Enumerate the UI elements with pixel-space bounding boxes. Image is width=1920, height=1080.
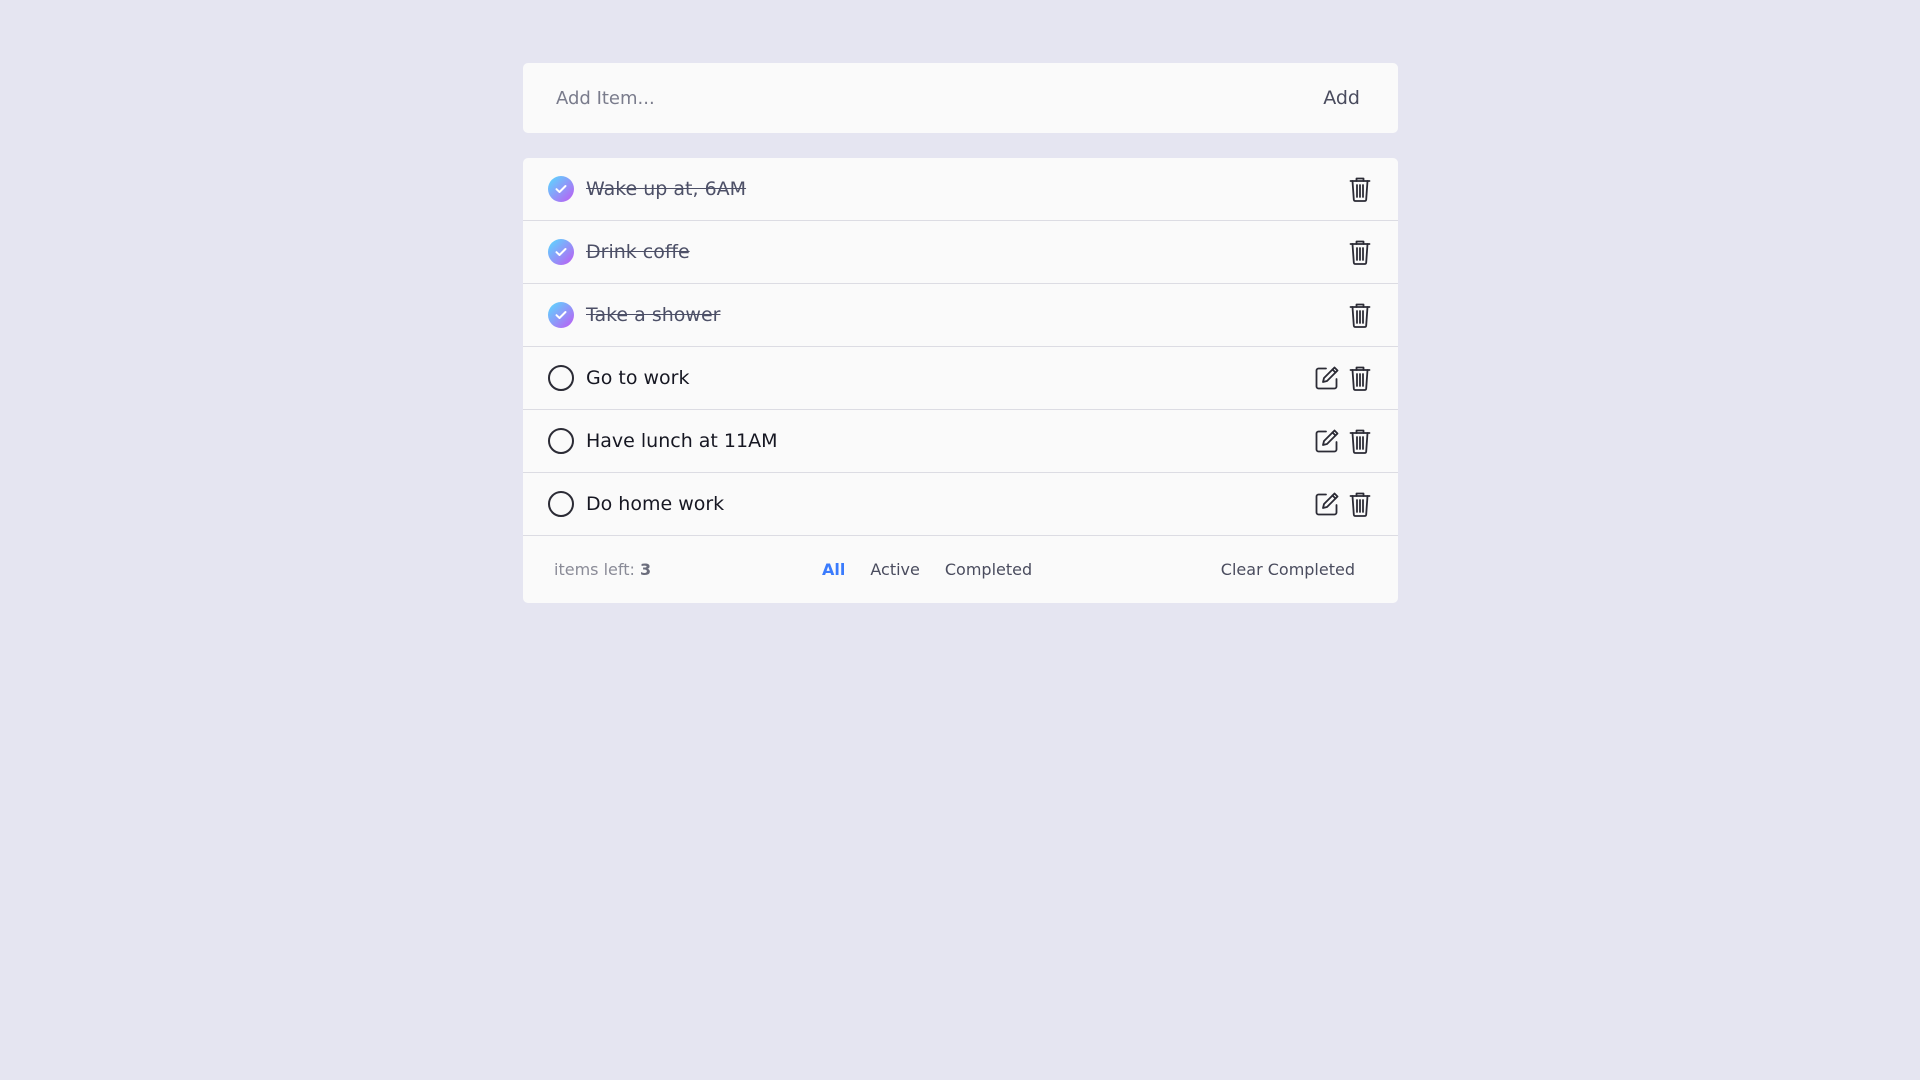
todo-checkbox-checked[interactable] — [548, 302, 574, 328]
trash-icon[interactable] — [1346, 428, 1373, 455]
filter-tabs: All Active Completed — [822, 560, 1032, 579]
filter-completed[interactable]: Completed — [945, 560, 1032, 579]
todo-app: Add Wake up at, 6AM Drink coffe Take a sho… — [523, 63, 1398, 603]
todo-item: Wake up at, 6AM — [523, 158, 1398, 221]
todo-actions — [1346, 239, 1373, 266]
trash-icon[interactable] — [1346, 302, 1373, 329]
filter-all[interactable]: All — [822, 560, 845, 579]
todo-actions — [1346, 176, 1373, 203]
check-icon — [555, 184, 567, 194]
clear-completed-button[interactable]: Clear Completed — [1221, 560, 1355, 579]
items-left-label: items left: — [554, 560, 635, 579]
todo-checkbox-checked[interactable] — [548, 239, 574, 265]
todo-text: Drink coffe — [586, 241, 690, 263]
trash-icon[interactable] — [1346, 239, 1373, 266]
edit-icon[interactable] — [1313, 428, 1340, 455]
add-item-bar: Add — [523, 63, 1398, 133]
todo-actions — [1346, 302, 1373, 329]
todo-item: Have lunch at 11AM — [523, 410, 1398, 473]
todo-item: Take a shower — [523, 284, 1398, 347]
items-left-count: 3 — [639, 560, 652, 579]
todo-checkbox[interactable] — [548, 491, 574, 517]
todo-item: Drink coffe — [523, 221, 1398, 284]
add-item-input[interactable] — [554, 86, 1158, 110]
todo-actions — [1313, 428, 1373, 455]
todo-checkbox-checked[interactable] — [548, 176, 574, 202]
trash-icon[interactable] — [1346, 176, 1373, 203]
trash-icon[interactable] — [1346, 491, 1373, 518]
todo-checkbox[interactable] — [548, 428, 574, 454]
check-icon — [555, 310, 567, 320]
filter-active[interactable]: Active — [870, 560, 920, 579]
items-left-counter: items left: 3 — [554, 560, 651, 579]
todo-actions — [1313, 365, 1373, 392]
edit-icon[interactable] — [1313, 491, 1340, 518]
todo-checkbox[interactable] — [548, 365, 574, 391]
add-button[interactable]: Add — [1323, 87, 1360, 109]
edit-icon[interactable] — [1313, 365, 1340, 392]
todo-item: Go to work — [523, 347, 1398, 410]
todo-text: Do home work — [586, 493, 725, 515]
todo-text: Wake up at, 6AM — [586, 178, 747, 200]
todo-text: Have lunch at 11AM — [586, 430, 778, 452]
todo-list: Wake up at, 6AM Drink coffe Take a shower G… — [523, 158, 1398, 603]
trash-icon[interactable] — [1346, 365, 1373, 392]
todo-text: Take a shower — [586, 304, 721, 326]
todo-actions — [1313, 491, 1373, 518]
todo-footer: items left: 3 All Active Completed Clear… — [523, 536, 1398, 603]
todo-item: Do home work — [523, 473, 1398, 536]
todo-text: Go to work — [586, 367, 690, 389]
check-icon — [555, 247, 567, 257]
